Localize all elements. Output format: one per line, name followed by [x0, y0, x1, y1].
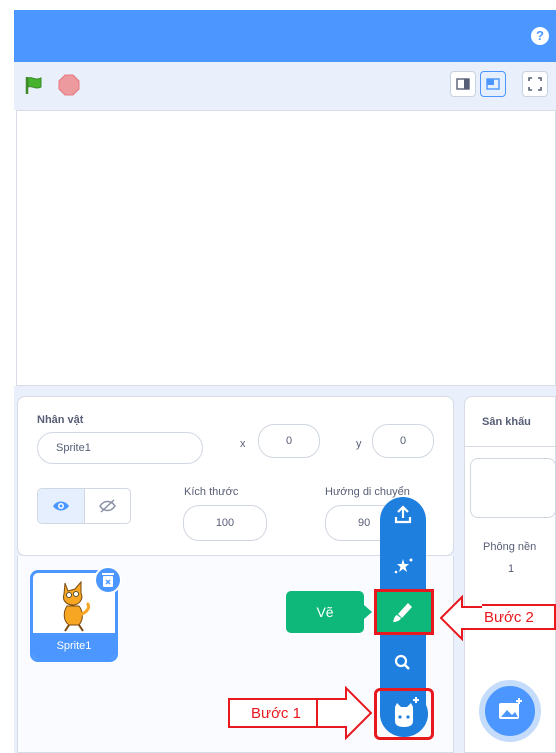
- trash-icon: [102, 573, 114, 587]
- y-input[interactable]: 0: [372, 424, 434, 458]
- small-stage-button[interactable]: [450, 71, 476, 97]
- divider: [464, 446, 556, 447]
- paintbrush-icon: [393, 603, 412, 622]
- stage-canvas[interactable]: [16, 110, 556, 386]
- paint-tooltip: Vẽ: [286, 591, 364, 633]
- fullscreen-icon[interactable]: [522, 71, 548, 97]
- help-icon[interactable]: ?: [531, 27, 549, 45]
- top-bar: [14, 10, 556, 62]
- sprite-name-label: Sprite1: [33, 633, 115, 659]
- delete-sprite-button[interactable]: [94, 566, 122, 594]
- direction-label: Hướng di chuyển: [325, 486, 410, 498]
- backdrop-icon: [499, 698, 522, 719]
- paint-sprite-button[interactable]: [374, 589, 434, 635]
- step1-arrow: [316, 685, 373, 745]
- step1-label: Bước 1: [228, 698, 322, 728]
- sprite-name-input[interactable]: Sprite1: [37, 432, 203, 464]
- cat-icon: [395, 697, 419, 727]
- size-input[interactable]: 100: [183, 505, 267, 541]
- step2-label: Bước 2: [482, 604, 556, 630]
- search-sprite-icon[interactable]: [380, 650, 426, 679]
- hide-eye-icon[interactable]: [85, 489, 130, 523]
- x-input[interactable]: 0: [258, 424, 320, 458]
- backdrops-count: 1: [508, 563, 515, 575]
- green-flag-icon[interactable]: [24, 75, 44, 95]
- upload-sprite-icon[interactable]: [380, 503, 426, 532]
- choose-sprite-button[interactable]: [374, 688, 434, 740]
- size-label: Kích thước: [184, 486, 239, 498]
- tooltip-arrow: [364, 605, 372, 619]
- backdrop-thumbnail[interactable]: [470, 458, 556, 518]
- surprise-sprite-icon[interactable]: [380, 554, 426, 583]
- choose-backdrop-button[interactable]: [479, 680, 541, 742]
- show-eye-icon[interactable]: [38, 489, 85, 523]
- large-stage-button[interactable]: [480, 71, 506, 97]
- backdrops-label: Phông nền: [483, 541, 537, 553]
- stop-icon[interactable]: [58, 74, 80, 96]
- y-label: y: [356, 438, 362, 450]
- x-label: x: [240, 438, 246, 450]
- stage-panel-title: Sân khấu: [482, 416, 531, 428]
- sprite-title: Nhân vật: [37, 414, 84, 426]
